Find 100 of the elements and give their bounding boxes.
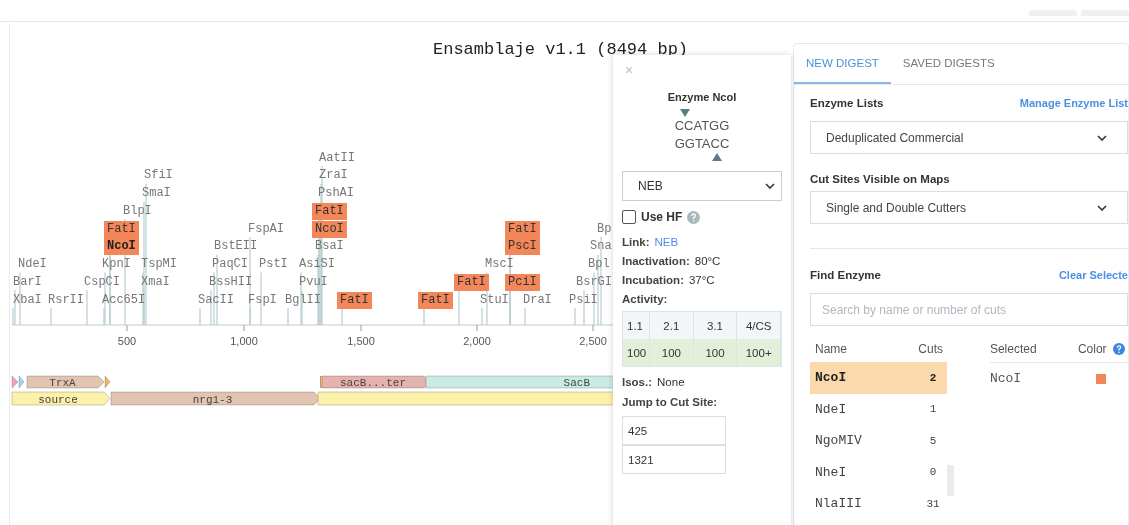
enzyme-row[interactable]: NcoI 2 bbox=[810, 362, 947, 394]
cut-site-label[interactable]: RsrII bbox=[47, 291, 85, 309]
cut-site-label[interactable]: BglII bbox=[284, 291, 322, 309]
cut-site-label[interactable]: StuI bbox=[479, 291, 510, 309]
axis-label: 2,000 bbox=[463, 335, 491, 347]
cut-line bbox=[524, 307, 526, 326]
cut-site-label[interactable]: SfiI bbox=[143, 167, 174, 185]
cut-site-label[interactable]: BssHII bbox=[208, 273, 254, 291]
clear-selected-link[interactable]: Clear Selecte bbox=[1058, 269, 1128, 281]
enzyme-row[interactable]: NgoMIV 5 bbox=[810, 425, 947, 457]
cut-site-label[interactable]: ZraI bbox=[318, 167, 349, 185]
search-field[interactable]: Search by name or number of cuts bbox=[810, 293, 1128, 326]
chevron-icon bbox=[1097, 134, 1107, 141]
cut-site-label[interactable]: FspI bbox=[247, 291, 278, 309]
field-label: Jump to Cut Site: bbox=[622, 396, 718, 408]
cut-site-field[interactable]: 425 bbox=[622, 416, 726, 445]
cut-site-label[interactable]: CspCI bbox=[83, 273, 121, 291]
feature-arrow[interactable]: SacB bbox=[425, 375, 613, 389]
table-header-cell: 4/CS bbox=[737, 312, 781, 339]
checkbox[interactable] bbox=[622, 210, 636, 224]
cut-line bbox=[260, 271, 262, 326]
cut-site-label[interactable]: BstEII bbox=[213, 238, 259, 256]
cut-line bbox=[574, 307, 576, 326]
sequence-text: CCATGG bbox=[674, 117, 730, 135]
cut-site-label[interactable]: Bp bbox=[596, 220, 613, 238]
cut-site-label[interactable]: FspAI bbox=[247, 220, 285, 238]
enzyme-row[interactable]: NdeI 1 bbox=[810, 393, 947, 425]
cut-site-label[interactable]: NdeI bbox=[17, 256, 48, 273]
cut-site-label[interactable]: BlpI bbox=[122, 202, 153, 220]
cut-line bbox=[593, 271, 595, 326]
cut-site-label[interactable]: SmaI bbox=[141, 185, 172, 202]
cut-line bbox=[583, 289, 585, 326]
cut-count: 2 bbox=[928, 371, 938, 384]
cut-site-label[interactable]: FatI bbox=[505, 220, 540, 238]
cut-site-label[interactable]: AatII bbox=[318, 149, 356, 167]
cut-site-label[interactable]: SacII bbox=[197, 291, 235, 309]
column-header: Name bbox=[814, 342, 848, 356]
cut-site-label[interactable]: KpnI bbox=[101, 256, 132, 273]
section-label: Cut Sites Visible on Maps bbox=[810, 173, 951, 185]
cut-line bbox=[481, 307, 483, 326]
cut-site-label[interactable]: BsaI bbox=[314, 238, 345, 256]
cut-site-label[interactable]: XbaI bbox=[12, 291, 43, 309]
cut-site-label[interactable]: PaqCI bbox=[211, 256, 249, 273]
cut-line bbox=[423, 307, 425, 326]
tab[interactable]: SAVED DIGESTS bbox=[890, 44, 1007, 84]
enzyme-name: NdeI bbox=[814, 401, 848, 417]
cut-site-label[interactable]: BarI bbox=[12, 273, 43, 291]
cut-site-label[interactable]: BsrGI bbox=[575, 273, 613, 291]
cut-site-label[interactable]: FatI bbox=[418, 291, 453, 309]
column-header: Selected bbox=[989, 342, 1038, 356]
cut-site-label[interactable]: PsiI bbox=[568, 291, 599, 309]
cut-site-label[interactable]: PvuI bbox=[298, 273, 329, 291]
field-label: Incubation: bbox=[622, 274, 684, 286]
cut-marker-icon bbox=[712, 153, 722, 161]
help-icon[interactable] bbox=[1112, 343, 1125, 355]
cut-site-label[interactable]: DraI bbox=[522, 291, 553, 309]
cut-site-label[interactable]: AsiSI bbox=[298, 256, 336, 273]
column-header: Cuts bbox=[918, 342, 944, 356]
table-header-cell: 1.1 bbox=[623, 312, 650, 339]
manage-lists-link[interactable]: Manage Enzyme List bbox=[1019, 97, 1128, 109]
supplier-link[interactable]: NEB bbox=[654, 236, 679, 248]
chevron-icon bbox=[1097, 204, 1107, 211]
cut-line bbox=[86, 289, 88, 326]
cut-site-label[interactable]: PscI bbox=[505, 238, 540, 256]
cut-site-label[interactable]: NcoI bbox=[312, 220, 347, 238]
cut-site-label[interactable]: Acc65I bbox=[101, 291, 147, 309]
cut-line bbox=[19, 271, 21, 326]
cut-site-label[interactable]: NcoI bbox=[104, 238, 139, 256]
table-cell: 100 bbox=[693, 339, 738, 366]
help-icon[interactable] bbox=[687, 210, 701, 224]
cut-site-label[interactable]: MscI bbox=[484, 256, 515, 273]
cut-marker-icon bbox=[680, 109, 690, 117]
supplier-select[interactable]: NEB bbox=[622, 171, 782, 201]
cut-site-label[interactable]: TspMI bbox=[140, 256, 178, 273]
cut-sites-select[interactable]: Single and Double Cutters bbox=[810, 191, 1128, 224]
cut-site-label[interactable]: PshAI bbox=[317, 185, 355, 202]
section-label: Find Enzyme bbox=[810, 269, 881, 281]
cut-site-field[interactable]: 1321 bbox=[622, 445, 726, 474]
enzyme-row[interactable]: NheI 0 bbox=[810, 456, 947, 488]
cut-site-label[interactable]: XmaI bbox=[140, 273, 171, 291]
cut-site-label[interactable]: PciI bbox=[505, 273, 540, 291]
enzyme-row[interactable]: NlaIII 31 bbox=[810, 488, 947, 520]
feature-arrow[interactable]: TrxA bbox=[26, 375, 105, 389]
cut-site-label[interactable]: FatI bbox=[337, 291, 372, 309]
axis-label: 1,000 bbox=[230, 335, 258, 347]
tab[interactable]: NEW DIGEST bbox=[794, 44, 891, 84]
cut-line bbox=[458, 289, 460, 326]
cut-site-label[interactable]: FatI bbox=[454, 273, 489, 291]
color-swatch[interactable] bbox=[1095, 373, 1106, 384]
cut-site-label[interactable]: Sna bbox=[589, 238, 613, 256]
table-header-cell: 2.1 bbox=[650, 312, 694, 339]
cut-site-label[interactable]: PstI bbox=[258, 256, 289, 273]
cut-site-label[interactable]: FatI bbox=[104, 220, 139, 238]
column-header: Color bbox=[1077, 342, 1107, 356]
feature-arrow[interactable]: source bbox=[11, 391, 111, 406]
enzyme-list-select[interactable]: Deduplicated Commercial bbox=[810, 121, 1128, 154]
table-cell: 100 bbox=[623, 339, 650, 366]
field-value: 80°C bbox=[694, 255, 721, 267]
cut-site-label[interactable]: Bpl bbox=[587, 256, 611, 273]
cut-site-label[interactable]: FatI bbox=[312, 202, 347, 220]
